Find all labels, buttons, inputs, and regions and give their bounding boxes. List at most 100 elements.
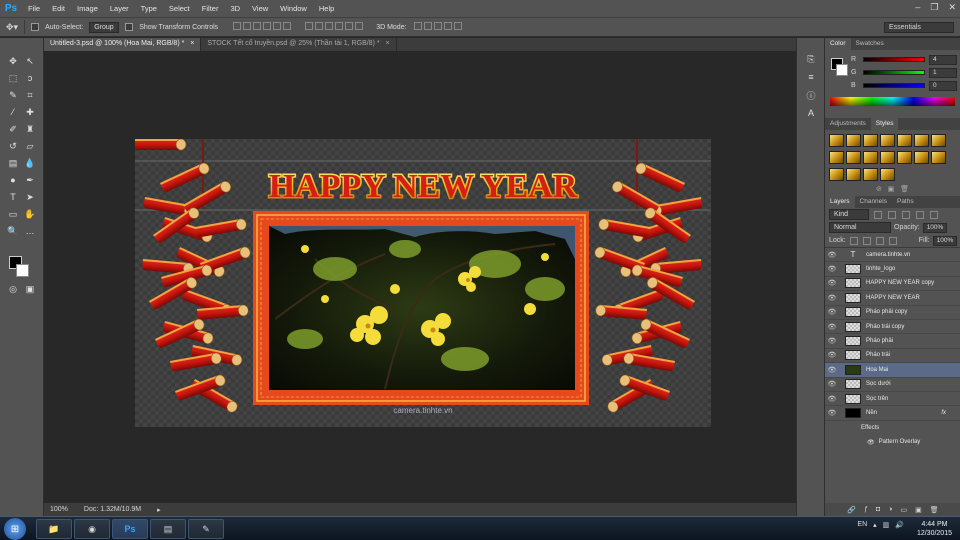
winrar-taskbar-icon[interactable]: ▤ <box>150 519 186 539</box>
visibility-eye-icon[interactable]: 👁 <box>825 380 839 388</box>
explorer-taskbar-icon[interactable]: 📁 <box>36 519 72 539</box>
photoshop-taskbar-icon[interactable]: Ps <box>112 519 148 539</box>
layer-row[interactable]: 👁 Sọc dưới <box>825 378 960 392</box>
dodge-tool-icon[interactable]: ● <box>6 173 20 187</box>
auto-select-dropdown[interactable]: Group <box>89 21 120 33</box>
style-swatch[interactable] <box>931 151 946 164</box>
type-tool-icon[interactable]: T <box>6 190 20 204</box>
layer-row[interactable]: 👁 HAPPY NEW YEAR <box>825 291 960 306</box>
distribute-right-icon[interactable] <box>355 22 364 30</box>
red-value[interactable]: 4 <box>929 54 957 65</box>
visibility-eye-icon[interactable]: 👁 <box>825 265 839 273</box>
maximize-button[interactable]: ❐ <box>930 2 938 13</box>
style-swatch[interactable] <box>829 151 844 164</box>
shape-tool-icon[interactable]: ▭ <box>6 207 20 221</box>
3d-scale-icon[interactable] <box>453 22 462 30</box>
tab-close-icon[interactable]: × <box>386 40 390 47</box>
stamp-tool-icon[interactable]: ♜ <box>23 122 37 136</box>
style-swatch[interactable] <box>846 151 861 164</box>
menu-filter[interactable]: Filter <box>196 4 225 13</box>
marquee-tool-icon[interactable]: ⬚ <box>6 71 20 85</box>
menu-edit[interactable]: Edit <box>46 4 71 13</box>
visibility-eye-icon[interactable]: 👁 <box>825 351 839 359</box>
blue-value[interactable]: 0 <box>929 80 957 91</box>
green-value[interactable]: 1 <box>929 67 957 78</box>
layer-row[interactable]: 👁 tinhte_logo <box>825 262 960 277</box>
gradient-tool-icon[interactable]: ▤ <box>6 156 20 170</box>
tray-arrow-icon[interactable]: ▴ <box>873 521 877 529</box>
3d-roll-icon[interactable] <box>423 22 432 30</box>
new-group-icon[interactable]: ▭ <box>900 506 907 514</box>
3d-pan-icon[interactable] <box>433 22 442 30</box>
align-vcenter-icon[interactable] <box>243 22 252 30</box>
menu-layer[interactable]: Layer <box>104 4 135 13</box>
tab-close-icon[interactable]: × <box>190 40 194 47</box>
character-panel-icon[interactable]: A <box>804 106 818 120</box>
align-left-icon[interactable] <box>263 22 272 30</box>
visibility-eye-icon[interactable]: 👁 <box>825 323 839 331</box>
adjustment-layer-icon[interactable]: ◑ <box>888 506 892 513</box>
filter-adjust-icon[interactable] <box>888 210 896 219</box>
crop-tool-icon[interactable]: ⌗ <box>23 88 37 102</box>
menu-select[interactable]: Select <box>163 4 196 13</box>
layer-row[interactable]: 👁 T camera.tinhte.vn <box>825 248 960 263</box>
lock-all-icon[interactable] <box>888 236 897 245</box>
zoom-tool-icon[interactable]: 🔍 <box>6 224 20 238</box>
red-slider[interactable] <box>863 57 925 62</box>
visibility-eye-icon[interactable]: 👁 <box>825 279 839 287</box>
style-swatch[interactable] <box>863 151 878 164</box>
visibility-eye-icon[interactable]: 👁 <box>825 337 839 345</box>
align-bottom-icon[interactable] <box>253 22 262 30</box>
history-brush-tool-icon[interactable]: ↺ <box>6 139 20 153</box>
style-swatch[interactable] <box>880 168 895 181</box>
close-button[interactable]: ✕ <box>948 2 956 13</box>
chrome-taskbar-icon[interactable]: ◉ <box>74 519 110 539</box>
path-select-tool-icon[interactable]: ➤ <box>23 190 37 204</box>
effect-row[interactable]: 👁 Pattern Overlay <box>825 435 960 449</box>
distribute-left-icon[interactable] <box>335 22 344 30</box>
effect-eye-icon[interactable]: 👁 <box>867 439 875 446</box>
artboard-tool-icon[interactable]: ↖ <box>23 54 37 68</box>
tab-untitled-3[interactable]: Untitled-3.psd @ 100% (Hoa Mai, RGB/8) *… <box>44 38 202 51</box>
style-swatch[interactable] <box>897 151 912 164</box>
distribute-top-icon[interactable] <box>305 22 314 30</box>
menu-window[interactable]: Window <box>274 4 313 13</box>
zoom-level[interactable]: 100% <box>50 506 68 513</box>
brush-tool-icon[interactable]: ✐ <box>6 122 20 136</box>
lock-transparent-icon[interactable] <box>849 236 858 245</box>
new-layer-icon[interactable]: ▣ <box>915 506 922 514</box>
menu-image[interactable]: Image <box>71 4 104 13</box>
layer-row[interactable]: 👁 Sọc trên <box>825 392 960 407</box>
delete-layer-icon[interactable]: 🗑 <box>930 506 939 514</box>
quick-mask-icon[interactable]: ◎ <box>6 282 20 296</box>
visibility-eye-icon[interactable]: 👁 <box>825 395 839 403</box>
history-panel-icon[interactable]: ⎘ <box>804 52 818 66</box>
align-top-icon[interactable] <box>233 22 242 30</box>
style-swatch[interactable] <box>880 151 895 164</box>
layer-row[interactable]: 👁 Pháo phải <box>825 334 960 349</box>
visibility-eye-icon[interactable]: 👁 <box>825 409 839 417</box>
style-swatch[interactable] <box>829 168 844 181</box>
layer-row[interactable]: 👁 Pháo phải copy <box>825 306 960 320</box>
lock-position-icon[interactable] <box>875 236 884 245</box>
paint-taskbar-icon[interactable]: ✎ <box>188 519 224 539</box>
layer-row[interactable]: 👁 Pháo trái <box>825 349 960 364</box>
visibility-eye-icon[interactable]: 👁 <box>825 294 839 302</box>
align-hcenter-icon[interactable] <box>273 22 282 30</box>
menu-help[interactable]: Help <box>313 4 340 13</box>
distribute-hcenter-icon[interactable] <box>345 22 354 30</box>
properties-panel-icon[interactable]: ≡ <box>804 70 818 84</box>
blue-slider[interactable] <box>863 83 925 88</box>
visibility-eye-icon[interactable]: 👁 <box>825 308 839 316</box>
healing-tool-icon[interactable]: ✚ <box>23 105 37 119</box>
menu-3d[interactable]: 3D <box>224 4 246 13</box>
clear-style-icon[interactable]: ⊘ <box>876 186 882 193</box>
3d-slide-icon[interactable] <box>443 22 452 30</box>
layer-row[interactable]: 👁 Nền fx <box>825 406 960 421</box>
style-swatch[interactable] <box>863 134 878 147</box>
filter-smart-icon[interactable] <box>930 210 938 219</box>
filter-type-icon[interactable] <box>902 210 910 219</box>
network-icon[interactable]: ▥ <box>883 521 890 529</box>
align-right-icon[interactable] <box>283 22 292 30</box>
auto-select-checkbox[interactable] <box>31 23 40 31</box>
